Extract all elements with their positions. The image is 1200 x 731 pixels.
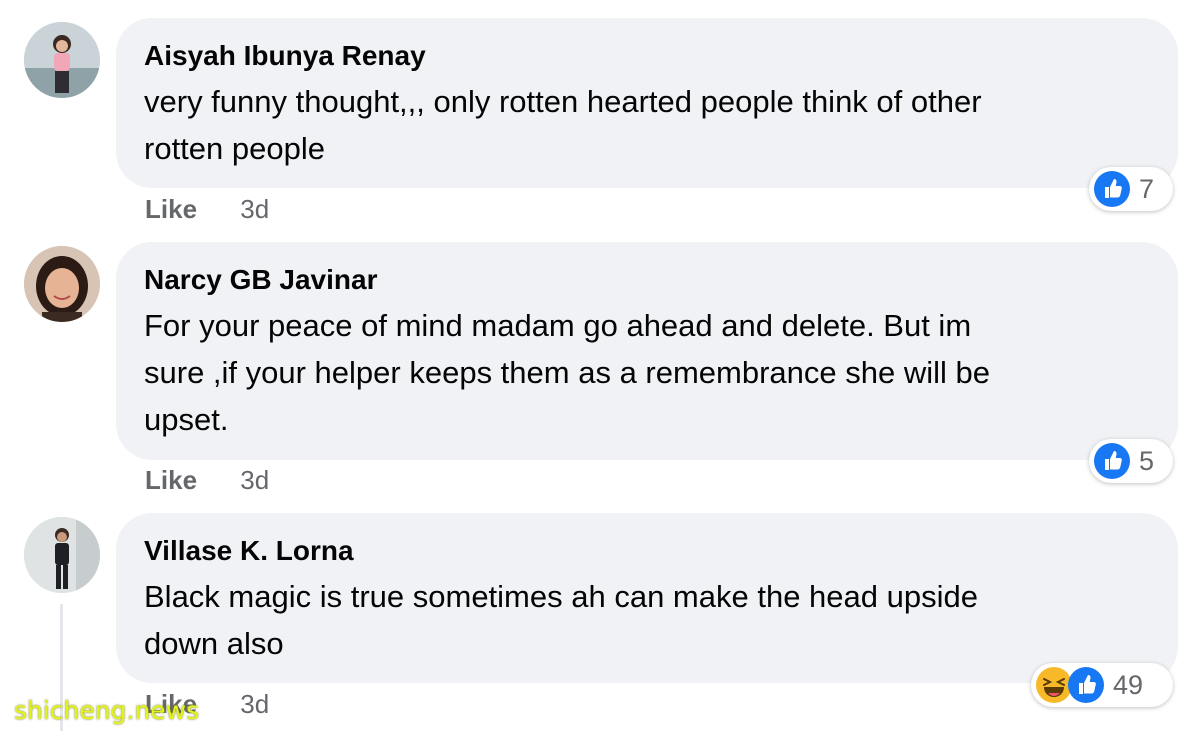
reaction-count: 5: [1139, 445, 1155, 476]
comment-text: Black magic is true sometimes ah can mak…: [144, 573, 1148, 667]
comment-timestamp[interactable]: 3d: [240, 194, 269, 224]
comment-author[interactable]: Aisyah Ibunya Renay: [144, 40, 1148, 72]
like-button[interactable]: Like: [145, 465, 197, 495]
avatar[interactable]: [24, 22, 100, 98]
comment-text: very funny thought,,, only rotten hearte…: [144, 78, 1148, 172]
like-icon: [1068, 667, 1104, 703]
avatar[interactable]: [24, 517, 100, 593]
comment-text-line: rotten people: [144, 131, 325, 166]
comment-actions: Like 3d: [145, 465, 269, 496]
reaction-summary[interactable]: 49: [1031, 663, 1173, 707]
reaction-summary[interactable]: 5: [1089, 439, 1173, 483]
comment-text-line: upset.: [144, 402, 229, 437]
comment-text-line: sure ,if your helper keeps them as a rem…: [144, 355, 991, 390]
watermark: shicheng.news: [14, 696, 200, 725]
comment-text-line: For your peace of mind madam go ahead an…: [144, 308, 972, 343]
like-icon: [1094, 443, 1130, 479]
reaction-summary[interactable]: 7: [1089, 167, 1173, 211]
comment-timestamp[interactable]: 3d: [240, 465, 269, 495]
avatar[interactable]: [24, 246, 100, 322]
like-button[interactable]: Like: [145, 194, 197, 224]
comment-author[interactable]: Narcy GB Javinar: [144, 264, 1148, 296]
comment-bubble: Aisyah Ibunya Renay very funny thought,,…: [116, 18, 1178, 188]
comment-text-line: down also: [144, 626, 284, 661]
comment-text-line: Black magic is true sometimes ah can mak…: [144, 579, 978, 614]
comment-text-line: very funny thought,,, only rotten hearte…: [144, 84, 982, 119]
comment-bubble: Villase K. Lorna Black magic is true som…: [116, 513, 1178, 683]
comment-author[interactable]: Villase K. Lorna: [144, 535, 1148, 567]
comment-text: For your peace of mind madam go ahead an…: [144, 302, 1148, 443]
comment-bubble: Narcy GB Javinar For your peace of mind …: [116, 242, 1178, 460]
comment-timestamp[interactable]: 3d: [240, 689, 269, 719]
like-icon: [1094, 171, 1130, 207]
comment-actions: Like 3d: [145, 194, 269, 225]
reaction-count: 7: [1139, 173, 1155, 204]
reaction-count: 49: [1113, 669, 1144, 700]
